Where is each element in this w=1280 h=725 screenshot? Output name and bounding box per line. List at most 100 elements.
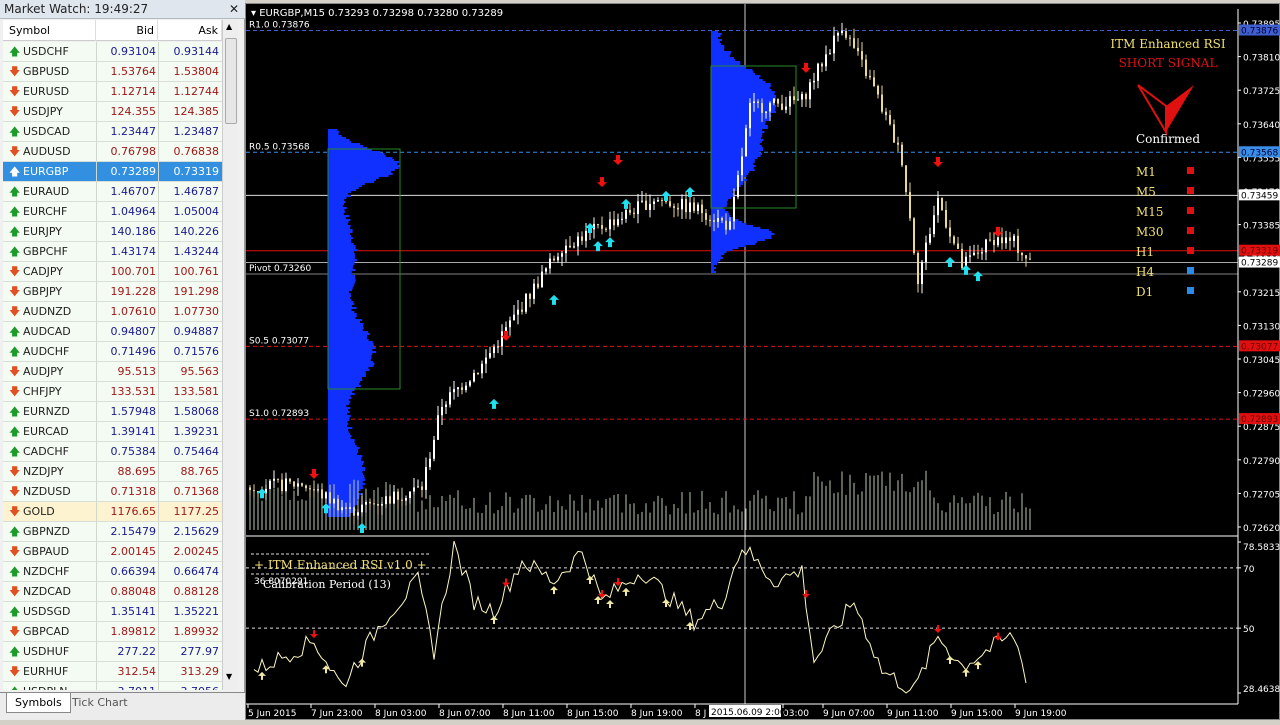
tab-symbols[interactable]: Symbols bbox=[6, 693, 71, 713]
volume-profile-bar bbox=[328, 233, 350, 235]
symbol-row[interactable]: 🡇 NZDCAD 0.88048 0.88128 bbox=[3, 582, 222, 602]
volume-profile-bar bbox=[328, 153, 385, 155]
rsi-tick-label: 78.58332 bbox=[1243, 543, 1280, 553]
candle-body bbox=[437, 415, 439, 440]
tab-tick-chart[interactable]: Tick Chart bbox=[64, 693, 136, 713]
column-symbol[interactable]: Symbol bbox=[3, 20, 96, 41]
candle-body bbox=[577, 236, 579, 247]
symbol-row[interactable]: 🡅 GBPNZD 2.15479 2.15629 bbox=[3, 522, 222, 542]
candle-body bbox=[325, 492, 327, 499]
volume-profile-bar bbox=[328, 449, 359, 451]
volume-profile-bar bbox=[711, 197, 732, 199]
symbol-row[interactable]: 🡅 AUDCHF 0.71496 0.71576 bbox=[3, 342, 222, 362]
chart-window[interactable]: R1.0 0.73876 R0.5 0.73568 Pivot 0.73260 S0.… bbox=[245, 3, 1280, 720]
candle-body bbox=[429, 458, 431, 468]
candle-body bbox=[341, 507, 343, 511]
volume-profile-bar bbox=[711, 255, 722, 257]
candle-body bbox=[285, 478, 287, 492]
price-chart[interactable]: R1.0 0.73876 R0.5 0.73568 Pivot 0.73260 S0.… bbox=[246, 4, 1280, 721]
symbol-row[interactable]: 🡇 AUDUSD 0.76798 0.76838 bbox=[3, 142, 222, 162]
symbol-row[interactable]: 🡇 NZDUSD 0.71318 0.71368 bbox=[3, 482, 222, 502]
volume-profile-bar bbox=[711, 171, 750, 173]
arrow-down-icon: 🡇 bbox=[9, 265, 21, 278]
symbol-row[interactable]: 🡇 USDJPY 124.355 124.385 bbox=[3, 102, 222, 122]
bid-price: 1.04964 bbox=[96, 202, 158, 221]
volume-profile-bar bbox=[711, 231, 772, 233]
symbol-row[interactable]: 🡅 EURAUD 1.46707 1.46787 bbox=[3, 182, 222, 202]
volume-profile-bar bbox=[328, 235, 352, 237]
symbol-row[interactable]: 🡅 EURJPY 140.186 140.226 bbox=[3, 222, 222, 242]
rsi-sell-arrow-icon bbox=[802, 590, 810, 599]
symbol-row[interactable]: 🡇 CADJPY 100.701 100.761 bbox=[3, 262, 222, 282]
candle-body bbox=[633, 212, 635, 215]
candle-body bbox=[713, 220, 715, 222]
rsi-parameter: Calibration Period (13) bbox=[263, 578, 391, 591]
symbol-row[interactable]: 🡇 CHFJPY 133.531 133.581 bbox=[3, 382, 222, 402]
volume-profile-bar bbox=[711, 107, 776, 109]
timeframe-label: H1 bbox=[1136, 245, 1154, 259]
column-bid[interactable]: Bid bbox=[96, 20, 158, 41]
symbol-row[interactable]: 🡅 CADCHF 0.75384 0.75464 bbox=[3, 442, 222, 462]
candle-body bbox=[697, 204, 699, 211]
volume-profile-bar bbox=[328, 439, 355, 441]
symbol-row[interactable]: 🡅 AUDCAD 0.94807 0.94887 bbox=[3, 322, 222, 342]
scrollbar[interactable]: ▲ ▼ bbox=[222, 20, 238, 690]
volume-profile-bar bbox=[711, 45, 725, 47]
symbol-row[interactable]: 🡅 EURCAD 1.39141 1.39231 bbox=[3, 422, 222, 442]
symbol-row[interactable]: 🡅 NZDCHF 0.66394 0.66474 bbox=[3, 562, 222, 582]
symbol-row[interactable]: 🡇 EURHUF 312.54 313.29 bbox=[3, 662, 222, 682]
time-tick-label: 03:00 bbox=[783, 709, 809, 719]
candle-body bbox=[989, 239, 991, 241]
volume-profile-bar bbox=[328, 409, 349, 411]
symbol-name: AUDJPY bbox=[23, 365, 64, 378]
symbol-row[interactable]: 🡅 USDCAD 1.23447 1.23487 bbox=[3, 122, 222, 142]
volume-profile-bar bbox=[328, 325, 364, 327]
symbol-row[interactable]: 🡇 AUDNZD 1.07610 1.07730 bbox=[3, 302, 222, 322]
volume-profile-bar bbox=[711, 235, 772, 237]
symbol-row[interactable]: 🡇 EURUSD 1.12714 1.12744 bbox=[3, 82, 222, 102]
symbol-row[interactable]: 🡅 USDCHF 0.93104 0.93144 bbox=[3, 42, 222, 62]
column-ask[interactable]: Ask bbox=[158, 20, 222, 41]
candle-body bbox=[881, 94, 883, 112]
scrollbar-thumb[interactable] bbox=[225, 38, 237, 124]
symbol-row[interactable]: 🡇 GBPAUD 2.00145 2.00245 bbox=[3, 542, 222, 562]
close-icon[interactable]: ✕ bbox=[229, 0, 239, 18]
volume-profile-bar bbox=[711, 223, 747, 225]
price-tick-label: 0.73385 bbox=[1243, 222, 1280, 232]
candle-body bbox=[1001, 237, 1003, 244]
symbol-row[interactable]: 🡇 GBPJPY 191.228 191.298 bbox=[3, 282, 222, 302]
volume-profile-bar bbox=[328, 335, 368, 337]
symbol-row[interactable]: 🡅 USDSGD 1.35141 1.35221 bbox=[3, 602, 222, 622]
volume-profile-bar bbox=[328, 255, 356, 257]
scroll-down-icon[interactable]: ▼ bbox=[226, 672, 232, 681]
panel-status: Confirmed bbox=[1136, 132, 1200, 146]
ask-price: 277.97 bbox=[158, 642, 222, 661]
candle-body bbox=[537, 283, 539, 288]
volume-profile-bar bbox=[711, 201, 727, 203]
symbol-row[interactable]: 🡇 NZDJPY 88.695 88.765 bbox=[3, 462, 222, 482]
volume-profile-bar bbox=[328, 285, 354, 287]
candle-body bbox=[601, 225, 603, 229]
volume-profile-bar bbox=[711, 199, 729, 201]
scroll-up-icon[interactable]: ▲ bbox=[226, 22, 232, 31]
volume-profile-bar bbox=[328, 395, 351, 397]
symbol-row[interactable]: 🡅 USDPLN 3.7011 3.7056 bbox=[3, 682, 222, 690]
symbol-row[interactable]: 🡅 EURCHF 1.04964 1.05004 bbox=[3, 202, 222, 222]
volume-profile-bar bbox=[711, 167, 754, 169]
candle-body bbox=[377, 504, 379, 506]
candle-body bbox=[269, 480, 271, 489]
bid-price: 1.53764 bbox=[96, 62, 158, 81]
symbol-row[interactable]: 🡇 GBPUSD 1.53764 1.53804 bbox=[3, 62, 222, 82]
symbol-row[interactable]: 🡇 GOLD 1176.65 1177.25 bbox=[3, 502, 222, 522]
symbol-name: EURGBP bbox=[23, 165, 69, 178]
volume-profile-bar bbox=[711, 265, 714, 267]
timeframe-status-icon bbox=[1187, 187, 1194, 194]
symbol-row[interactable]: 🡅 EURNZD 1.57948 1.58068 bbox=[3, 402, 222, 422]
symbol-row[interactable]: 🡅 EURGBP 0.73289 0.73319 bbox=[3, 162, 222, 182]
symbol-row[interactable]: 🡅 GBPCHF 1.43174 1.43244 bbox=[3, 242, 222, 262]
candle-body bbox=[485, 357, 487, 364]
symbol-row[interactable]: 🡇 GBPCAD 1.89812 1.89932 bbox=[3, 622, 222, 642]
candle-body bbox=[353, 507, 355, 516]
symbol-row[interactable]: 🡇 AUDJPY 95.513 95.563 bbox=[3, 362, 222, 382]
symbol-row[interactable]: 🡅 USDHUF 277.22 277.97 bbox=[3, 642, 222, 662]
